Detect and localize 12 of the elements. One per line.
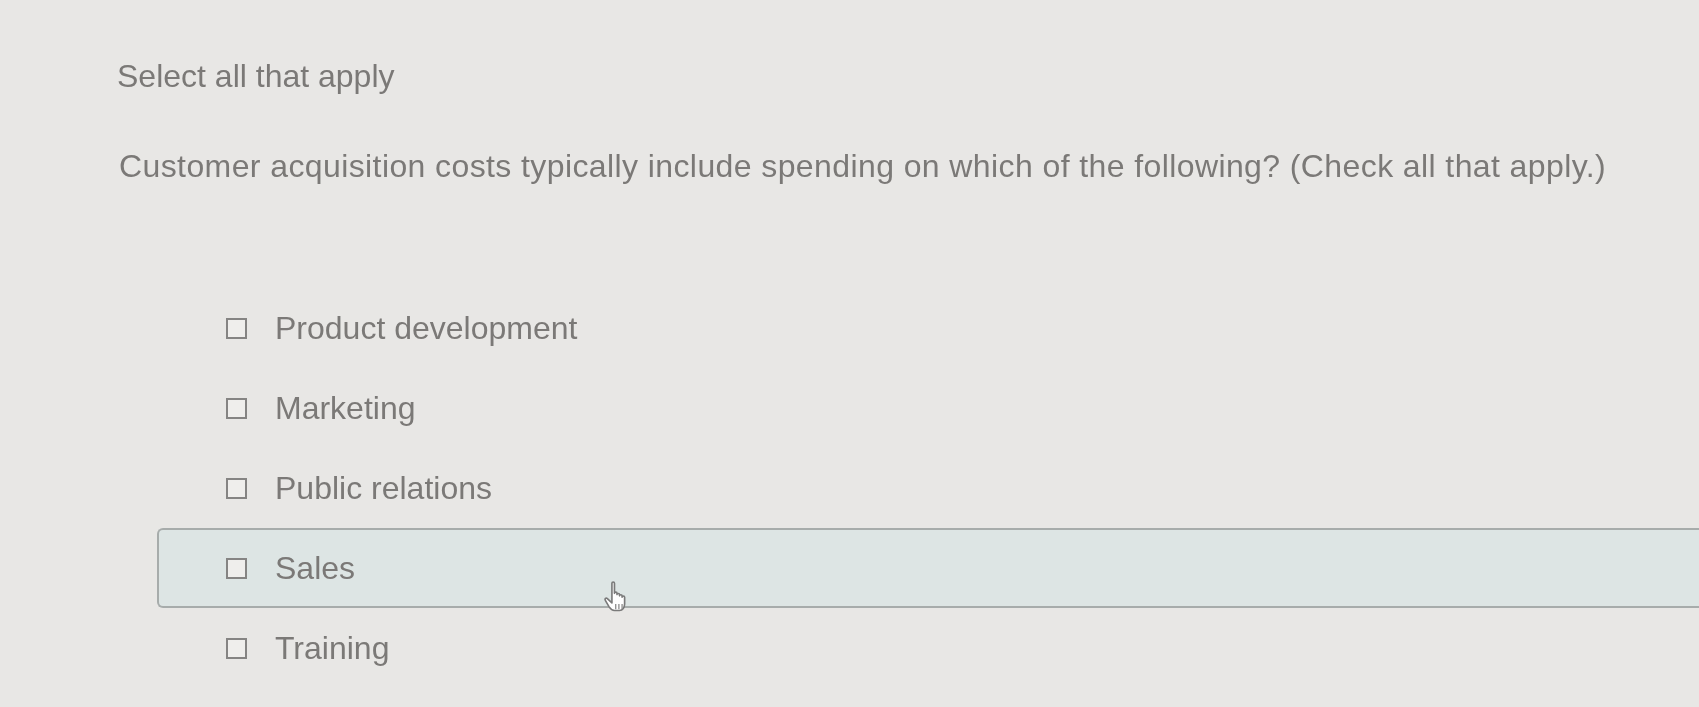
option-label[interactable]: Sales: [275, 548, 356, 588]
checkbox[interactable]: [226, 477, 247, 499]
checkbox[interactable]: [226, 397, 247, 419]
option-label[interactable]: Marketing: [275, 388, 416, 428]
option-label[interactable]: Product development: [275, 308, 578, 348]
instruction-text: Select all that apply: [117, 57, 396, 96]
checkbox[interactable]: [226, 637, 247, 659]
option-label[interactable]: Training: [275, 628, 390, 668]
checkbox[interactable]: [226, 317, 247, 339]
option-label[interactable]: Public relations: [275, 468, 492, 508]
checkbox[interactable]: [226, 557, 247, 579]
question-text: Customer acquisition costs typically include spending on which of the following? (Check all that apply.): [119, 147, 1608, 186]
